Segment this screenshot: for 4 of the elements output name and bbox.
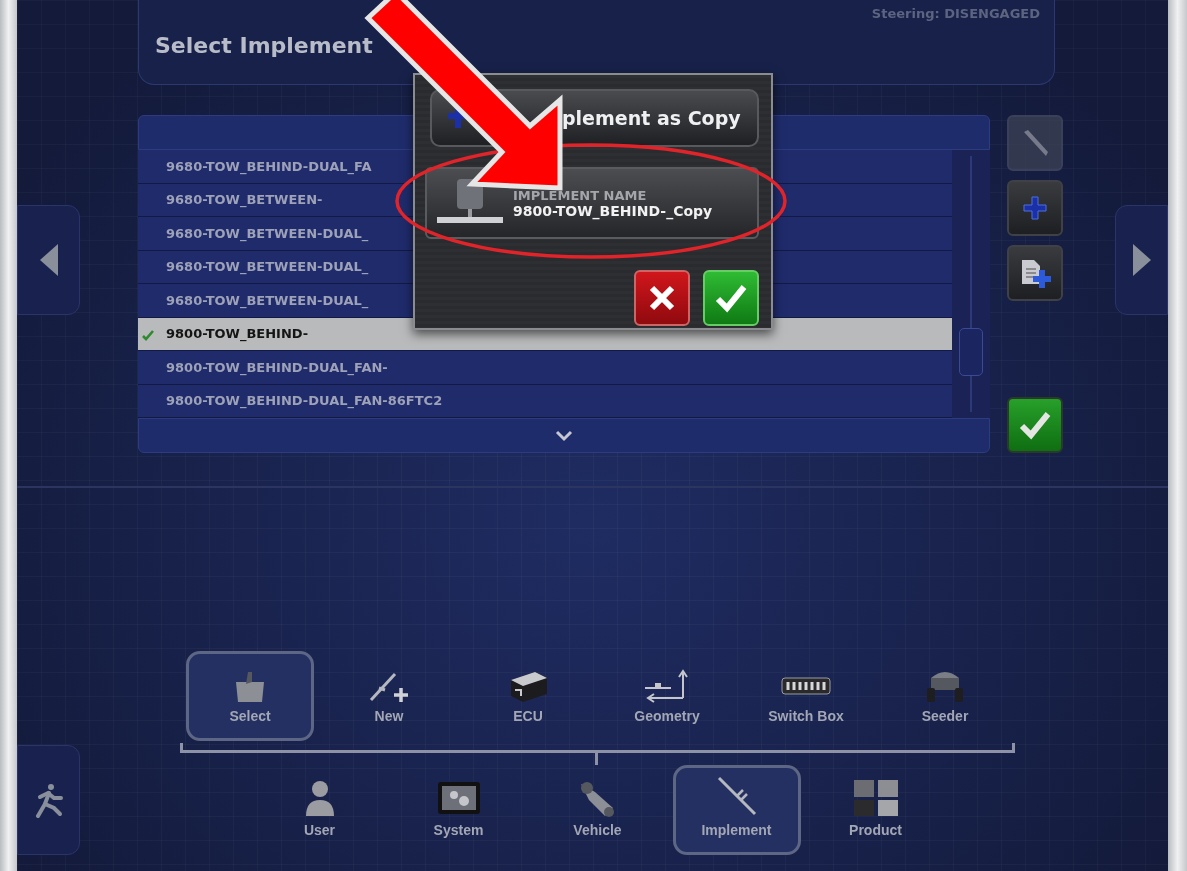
page-title: Select Implement <box>155 33 374 58</box>
field-value: 9800-TOW_BEHIND-_Copy <box>513 202 713 219</box>
steering-status: Steering: DISENGAGED <box>871 6 1040 21</box>
field-label: IMPLEMENT NAME <box>513 187 648 203</box>
